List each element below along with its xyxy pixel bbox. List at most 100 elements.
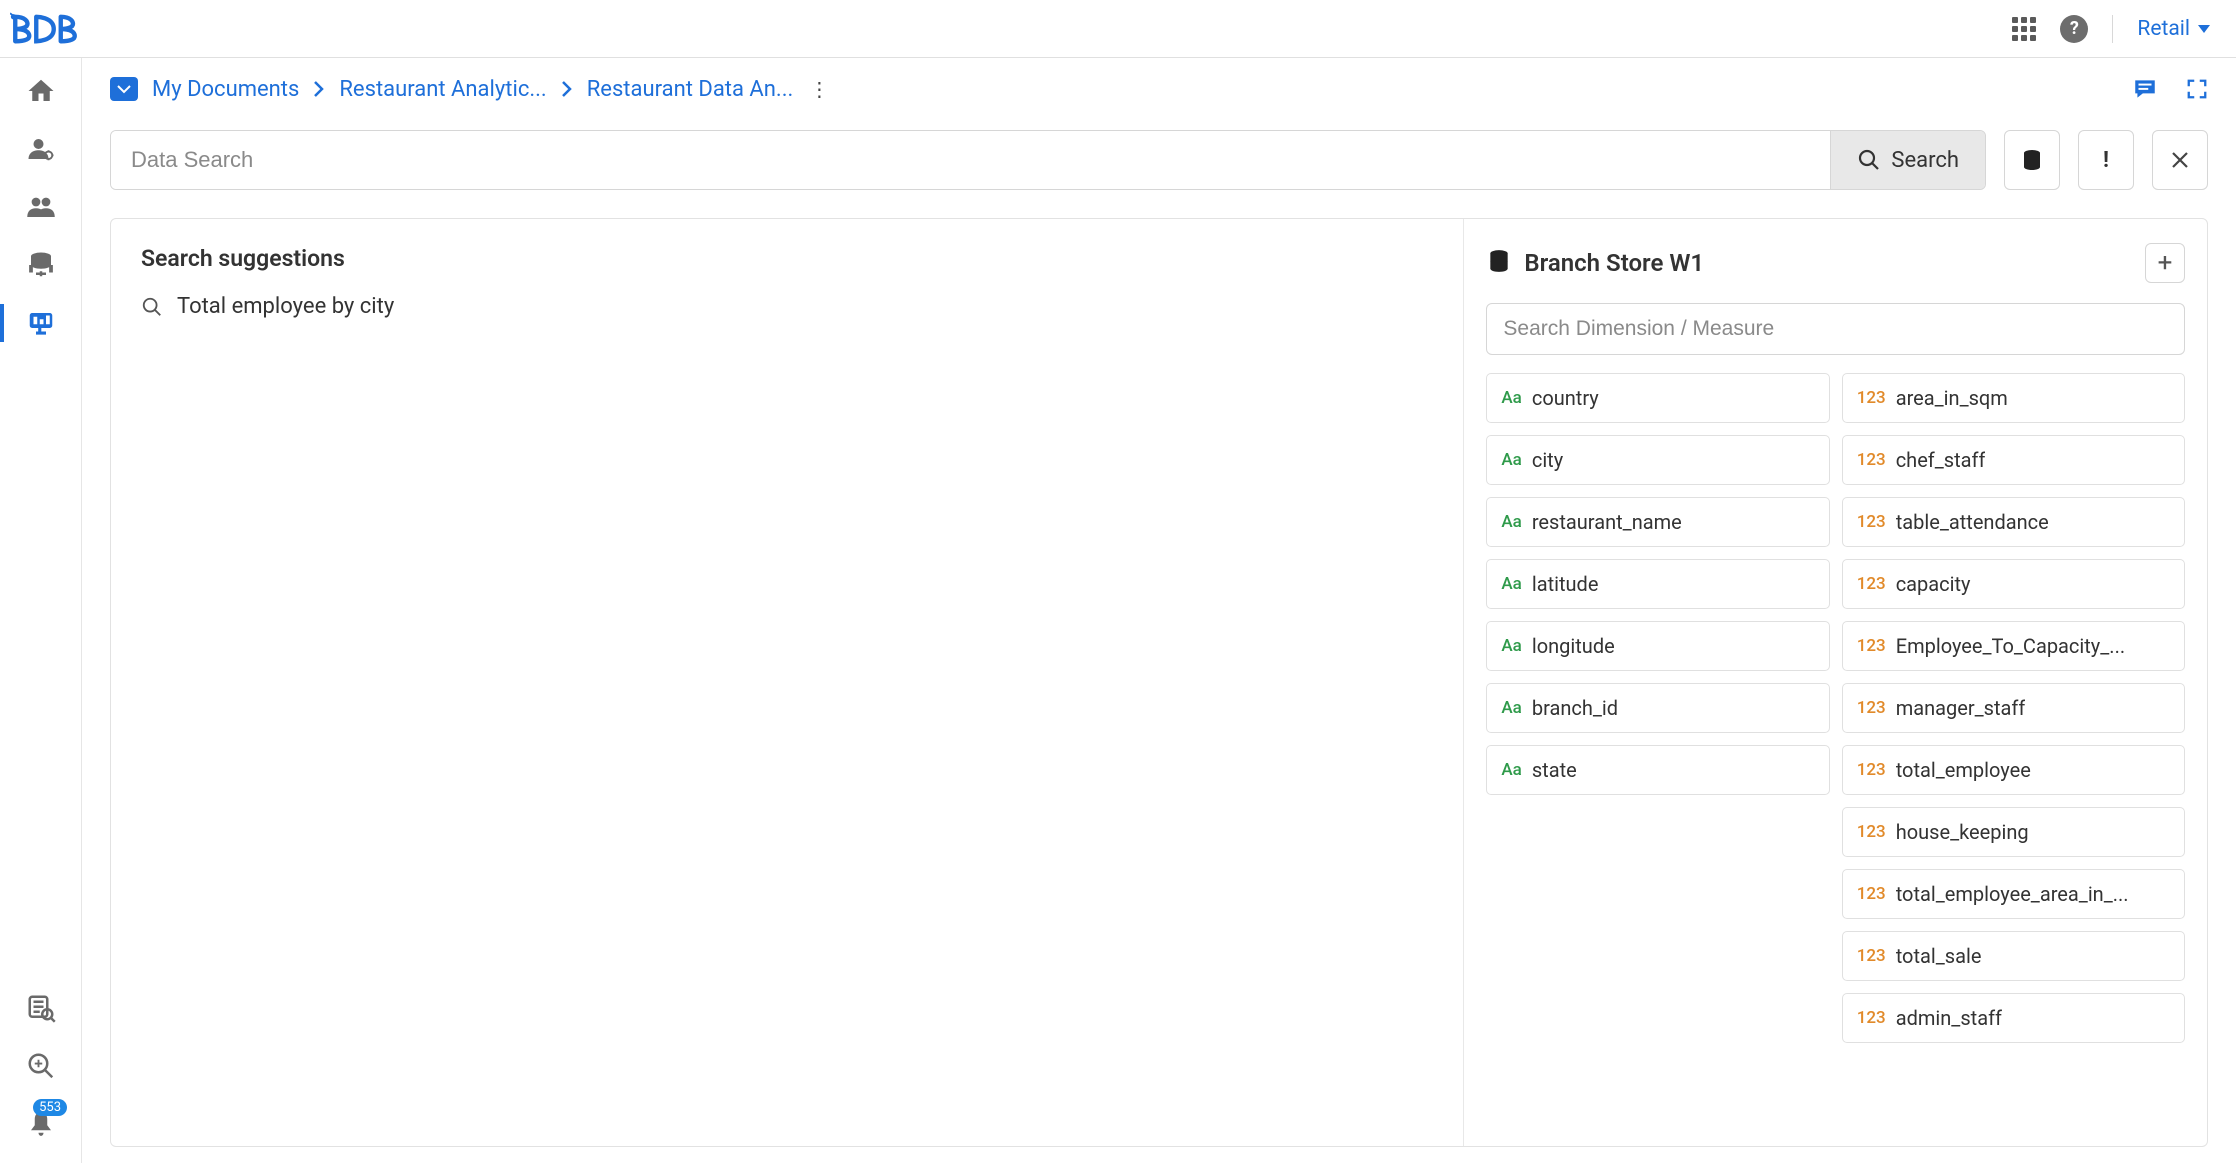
- divider: [2112, 15, 2113, 43]
- type-badge-meas: 123: [1857, 822, 1886, 842]
- field-name: Employee_To_Capacity_...: [1896, 634, 2125, 658]
- search-icon: [141, 296, 163, 318]
- field-measure[interactable]: 123 chef_staff: [1842, 435, 2185, 485]
- nav-notifications[interactable]: 553: [0, 1109, 81, 1139]
- workspace-select[interactable]: Retail: [2137, 17, 2210, 41]
- field-dimension[interactable]: Aa restaurant_name: [1486, 497, 1829, 547]
- topbar: ? Retail: [0, 0, 2236, 58]
- field-measure[interactable]: 123 total_employee: [1842, 745, 2185, 795]
- type-badge-meas: 123: [1857, 512, 1886, 532]
- field-name: total_employee: [1896, 758, 2031, 782]
- comment-icon[interactable]: [2132, 76, 2158, 102]
- dimensions-column: Aacountry Aacity Aarestaurant_name Aalat…: [1486, 373, 1829, 1043]
- breadcrumb-toggle[interactable]: [110, 77, 138, 101]
- field-dimension[interactable]: Aa country: [1486, 373, 1829, 423]
- measures-column: 123 area_in_sqm 123 chef_staff 123 table_at…: [1842, 373, 2185, 1043]
- type-badge-meas: 123: [1857, 388, 1886, 408]
- search-box: Search: [110, 130, 1986, 190]
- sidenav: 553: [0, 58, 82, 1163]
- type-badge-meas: 123: [1857, 698, 1886, 718]
- nav-data[interactable]: [0, 250, 81, 280]
- alert-button[interactable]: !: [2078, 130, 2134, 190]
- type-badge-dim: Aa: [1501, 636, 1521, 656]
- type-badge-meas: 123: [1857, 946, 1886, 966]
- field-measure[interactable]: 123 area_in_sqm: [1842, 373, 2185, 423]
- type-badge-dim: Aa: [1501, 574, 1521, 594]
- dimension-search-input[interactable]: [1486, 303, 2185, 355]
- nav-explore[interactable]: [0, 308, 81, 338]
- field-dimension[interactable]: Aa latitude: [1486, 559, 1829, 609]
- field-name: chef_staff: [1896, 448, 1986, 472]
- field-measure[interactable]: 123 total_employee_area_in_...: [1842, 869, 2185, 919]
- type-badge-meas: 123: [1857, 760, 1886, 780]
- nav-advanced-search[interactable]: [0, 1051, 81, 1081]
- field-dimension[interactable]: Aacity: [1486, 435, 1829, 485]
- field-dimension[interactable]: Aa branch_id: [1486, 683, 1829, 733]
- suggestion-item[interactable]: Total employee by city: [141, 294, 1433, 319]
- breadcrumb-item-1[interactable]: Restaurant Analytic...: [339, 77, 546, 102]
- field-dimension[interactable]: Aastate: [1486, 745, 1829, 795]
- search-button[interactable]: Search: [1830, 131, 1985, 189]
- field-name: total_employee_area_in_...: [1896, 882, 2129, 906]
- type-badge-meas: 123: [1857, 574, 1886, 594]
- suggestions-title: Search suggestions: [141, 245, 1433, 272]
- type-badge-dim: Aa: [1501, 698, 1521, 718]
- field-name: table_attendance: [1896, 510, 2049, 534]
- field-measure[interactable]: 123 total_sale: [1842, 931, 2185, 981]
- notification-badge: 553: [33, 1099, 67, 1116]
- field-measure[interactable]: 123 house_keeping: [1842, 807, 2185, 857]
- breadcrumb-item-2[interactable]: Restaurant Data An...: [587, 77, 794, 102]
- breadcrumb-item-0[interactable]: My Documents: [152, 77, 299, 102]
- field-name: restaurant_name: [1532, 510, 1682, 534]
- field-dimension[interactable]: Aa longitude: [1486, 621, 1829, 671]
- search-input[interactable]: [111, 131, 1830, 189]
- breadcrumb: My Documents Restaurant Analytic... Rest…: [110, 76, 2208, 102]
- field-name: country: [1532, 386, 1599, 410]
- database-icon: [1486, 248, 1512, 278]
- field-measure[interactable]: 123 manager_staff: [1842, 683, 2185, 733]
- suggestions-pane: Search suggestions Total employee by cit…: [111, 219, 1464, 1146]
- nav-home[interactable]: [0, 76, 81, 106]
- chevron-right-icon: [561, 80, 573, 98]
- datasource-button[interactable]: [2004, 130, 2060, 190]
- type-badge-dim: Aa: [1501, 450, 1521, 470]
- suggestion-label: Total employee by city: [177, 294, 394, 319]
- field-name: longitude: [1532, 634, 1615, 658]
- chevron-down-icon: [2198, 25, 2210, 33]
- breadcrumb-more-icon[interactable]: ⋮: [809, 77, 829, 101]
- type-badge-dim: Aa: [1501, 760, 1521, 780]
- nav-groups[interactable]: [0, 192, 81, 222]
- help-icon[interactable]: ?: [2060, 15, 2088, 43]
- datasource-title: Branch Store W1: [1524, 249, 2133, 277]
- field-measure[interactable]: 123 Employee_To_Capacity_...: [1842, 621, 2185, 671]
- field-name: state: [1532, 758, 1577, 782]
- datasource-pane: Branch Store W1 + Aacountry Aacity Aares…: [1464, 219, 2207, 1146]
- field-name: latitude: [1532, 572, 1599, 596]
- nav-search-history[interactable]: [0, 993, 81, 1023]
- nav-user-settings[interactable]: [0, 134, 81, 164]
- field-measure[interactable]: 123capacity: [1842, 559, 2185, 609]
- search-row: Search !: [110, 130, 2208, 190]
- field-measure[interactable]: 123admin_staff: [1842, 993, 2185, 1043]
- field-name: total_sale: [1896, 944, 1982, 968]
- type-badge-meas: 123: [1857, 450, 1886, 470]
- workspace-label: Retail: [2137, 17, 2190, 41]
- content-panes: Search suggestions Total employee by cit…: [110, 218, 2208, 1147]
- fullscreen-icon[interactable]: [2186, 78, 2208, 100]
- logo[interactable]: [10, 0, 115, 57]
- field-name: area_in_sqm: [1896, 386, 2008, 410]
- type-badge-meas: 123: [1857, 884, 1886, 904]
- apps-icon[interactable]: [2012, 17, 2036, 41]
- type-badge-dim: Aa: [1501, 388, 1521, 408]
- add-datasource-button[interactable]: +: [2145, 243, 2185, 283]
- type-badge-dim: Aa: [1501, 512, 1521, 532]
- type-badge-meas: 123: [1857, 636, 1886, 656]
- field-name: branch_id: [1532, 696, 1618, 720]
- field-name: city: [1532, 448, 1563, 472]
- type-badge-meas: 123: [1857, 1008, 1886, 1028]
- field-measure[interactable]: 123 table_attendance: [1842, 497, 2185, 547]
- main: My Documents Restaurant Analytic... Rest…: [82, 58, 2236, 1163]
- field-name: manager_staff: [1896, 696, 2026, 720]
- close-button[interactable]: [2152, 130, 2208, 190]
- field-name: house_keeping: [1896, 820, 2029, 844]
